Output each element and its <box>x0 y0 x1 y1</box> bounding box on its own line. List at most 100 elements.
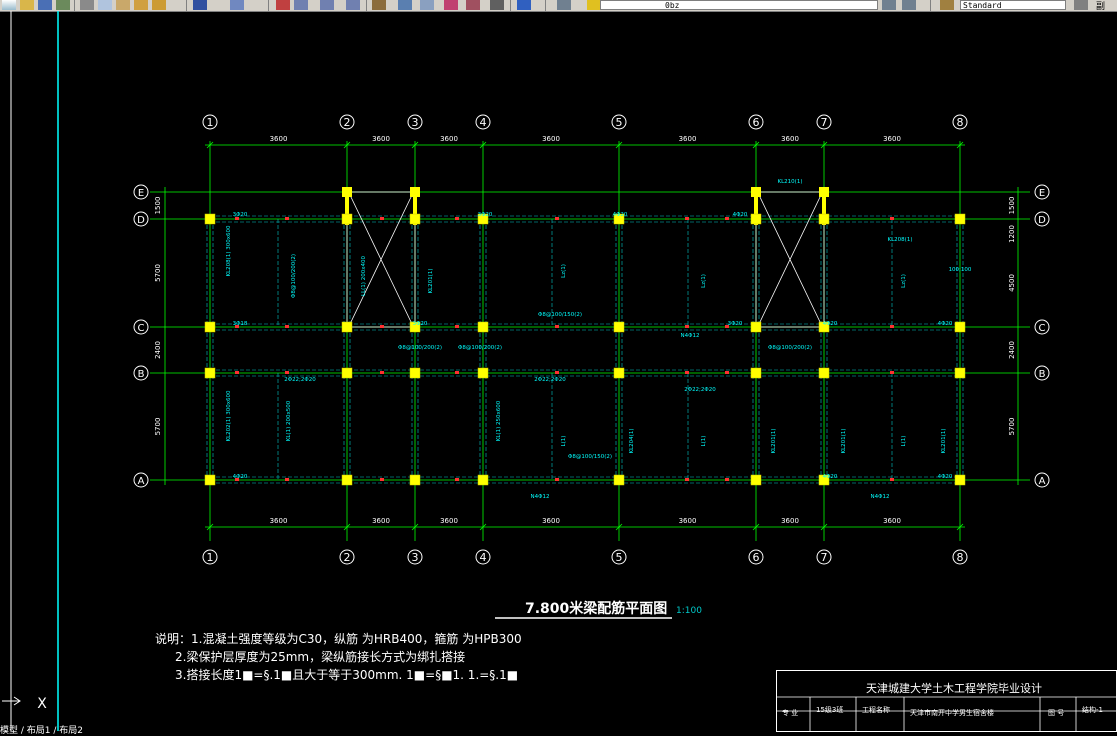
column <box>341 213 353 225</box>
axis-label: E <box>138 188 144 199</box>
layout-tabs[interactable]: 模型 / 布局1 / 布局2 <box>0 723 83 736</box>
calculator-icon[interactable] <box>490 0 504 10</box>
side-dimension-label: 1500 <box>1008 197 1016 215</box>
redo-icon[interactable] <box>230 0 244 10</box>
beam-annotation: 4Φ20 <box>938 321 953 327</box>
style-combo[interactable]: Standard <box>960 0 1066 10</box>
beam-annotation: KL201(1) <box>428 269 434 294</box>
drawing-title: 7.800米梁配筋平面图 <box>525 601 668 617</box>
beam-annotation: L(1) <box>901 436 907 447</box>
column <box>954 321 966 333</box>
brush-icon[interactable] <box>152 0 166 10</box>
layer-previous-icon[interactable] <box>902 0 916 10</box>
match-prop-icon[interactable] <box>134 0 148 10</box>
column <box>204 474 216 486</box>
beam-annotation: KL(1) 250x600 <box>496 400 502 441</box>
axis-label: 7 <box>821 551 828 564</box>
rebar-mark <box>285 325 289 328</box>
save-icon[interactable] <box>38 0 52 10</box>
cut-icon[interactable] <box>80 0 94 10</box>
side-dimension-label: 5700 <box>154 264 162 282</box>
side-dimension-label: 2400 <box>154 341 162 359</box>
beam-annotation: L(1) <box>701 436 707 447</box>
span-dimension-label: 3600 <box>679 135 697 143</box>
undo-icon[interactable] <box>193 0 207 10</box>
tool-palette-icon[interactable] <box>420 0 434 10</box>
note-line-1: 说明：1.混凝土强度等级为C30，纵筋 为HRB400，箍筋 为HPB300 <box>155 632 522 646</box>
drawing-canvas[interactable]: 3600 3600 3600 3600 3600 3600 3600 3600 3600 3600… <box>0 11 1117 736</box>
axis-label: 2 <box>344 116 351 129</box>
span-dimension-label: 3600 <box>440 517 458 525</box>
beam-annotation: N4Φ12 <box>871 494 890 500</box>
column <box>204 213 216 225</box>
axis-label: 7 <box>821 116 828 129</box>
rebar-mark <box>685 371 689 374</box>
copy-icon[interactable] <box>98 0 112 10</box>
style-combo-value: Standard <box>963 1 1002 10</box>
rebar-mark <box>555 325 559 328</box>
axis-label: 4 <box>480 116 487 129</box>
layer-combo-value: 0bz <box>665 1 680 10</box>
beam-annotation: 4Φ20 <box>823 474 838 480</box>
beam-annotation: KL202(1) 300x600 <box>226 390 232 441</box>
sheet-set-icon[interactable] <box>444 0 458 10</box>
axis-label: A <box>138 476 145 487</box>
open-icon[interactable] <box>20 0 34 10</box>
axis-label: 3 <box>412 116 419 129</box>
column <box>954 213 966 225</box>
rebar-mark <box>455 371 459 374</box>
paste-icon[interactable] <box>116 0 130 10</box>
axis-label: B <box>1039 369 1046 380</box>
side-dimension-label: 4500 <box>1008 274 1016 292</box>
title-block-school: 天津城建大学土木工程学院毕业设计 <box>866 682 1042 695</box>
axis-label: 1 <box>207 116 214 129</box>
beam-annotation: KL201(1) <box>841 429 847 454</box>
zoom-window-icon[interactable] <box>320 0 334 10</box>
column <box>409 213 421 225</box>
axis-label: B <box>138 369 145 380</box>
help-icon[interactable] <box>517 0 531 10</box>
axis-label: 5 <box>616 551 623 564</box>
beam-annotation: 2Φ22;2Φ20 <box>684 387 716 393</box>
text-style-icon[interactable] <box>940 0 954 10</box>
axis-label: 8 <box>957 551 964 564</box>
beam-annotation: 4Φ20 <box>823 321 838 327</box>
column <box>819 187 829 197</box>
rebar-mark <box>455 325 459 328</box>
column <box>613 321 625 333</box>
design-center-icon[interactable] <box>398 0 412 10</box>
markup-icon[interactable] <box>466 0 480 10</box>
rebar-mark <box>285 371 289 374</box>
axis-label: D <box>1038 215 1046 226</box>
side-dimension-label: 5700 <box>1008 418 1016 436</box>
layer-manager-icon[interactable] <box>557 0 571 10</box>
column <box>750 213 762 225</box>
axis-label: 1 <box>207 551 214 564</box>
column <box>818 213 830 225</box>
make-current-icon[interactable] <box>882 0 896 10</box>
layer-state-icon[interactable] <box>587 0 601 10</box>
axis-label: 6 <box>753 116 760 129</box>
column <box>477 321 489 333</box>
beam-annotation: Φ8@100/200(2) <box>458 345 502 351</box>
column <box>818 367 830 379</box>
new-icon[interactable] <box>2 0 16 10</box>
layer-combo[interactable]: 0bz <box>600 0 878 10</box>
column <box>409 474 421 486</box>
rebar-mark <box>685 325 689 328</box>
dim-style-icon[interactable] <box>1074 0 1088 10</box>
rebar-mark <box>555 217 559 220</box>
pan-icon[interactable] <box>276 0 290 10</box>
side-dimension-label: 1500 <box>154 197 162 215</box>
beam-annotation: KL201(1) <box>771 429 777 454</box>
properties-icon[interactable] <box>372 0 386 10</box>
rebar-mark <box>725 371 729 374</box>
plot-icon[interactable] <box>56 0 70 10</box>
zoom-previous-icon[interactable] <box>346 0 360 10</box>
rebar-mark <box>555 478 559 481</box>
beam-annotation: 4Φ20 <box>613 212 628 218</box>
side-dimension-label: 1200 <box>1008 225 1016 243</box>
beam-annotation: Φ8@100/200(2) <box>291 254 297 298</box>
zoom-realtime-icon[interactable] <box>294 0 308 10</box>
ucs-icon-label: X <box>37 696 47 712</box>
